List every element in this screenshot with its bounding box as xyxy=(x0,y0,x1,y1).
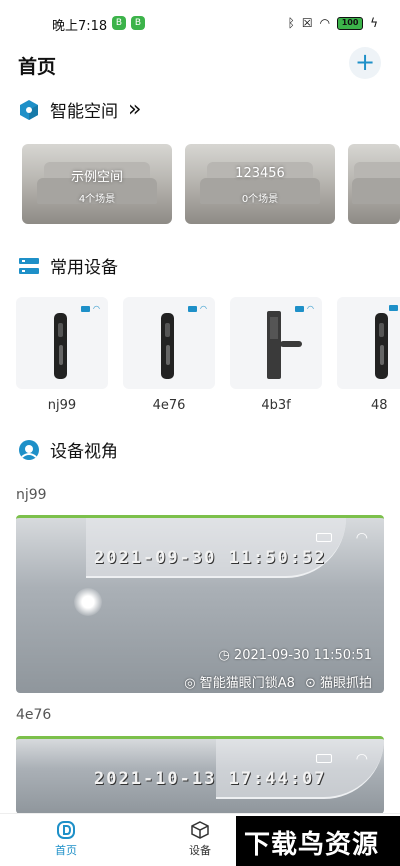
smart-lock-icon xyxy=(375,313,388,379)
eye-icon: ◎ xyxy=(184,676,200,691)
battery-icon xyxy=(295,306,305,312)
snapshot-timestamp: ◷ 2021-09-30 11:50:51 xyxy=(218,648,372,663)
camera-device-name: nj99 xyxy=(16,487,47,503)
camera-device-name: 4e76 xyxy=(16,707,52,723)
snapshot-action: ⊙ 猫眼抓拍 xyxy=(304,676,372,691)
battery-icon xyxy=(316,754,332,763)
space-card[interactable]: 123456 0个场景 xyxy=(185,144,335,224)
device-label: 4e76 xyxy=(152,398,186,413)
device-label: nj99 xyxy=(47,398,77,413)
home-icon xyxy=(57,821,75,839)
nav-devices-label: 设备 xyxy=(189,844,211,857)
charging-icon: ϟ xyxy=(370,16,378,30)
wifi-icon: ◠ xyxy=(307,304,314,313)
space-scene-count: 4个场景 xyxy=(78,194,116,205)
devices-title: 常用设备 xyxy=(50,258,118,278)
cube-outline-icon xyxy=(191,821,209,839)
cube-icon xyxy=(20,99,38,120)
watermark: 下载鸟资源 xyxy=(236,816,400,866)
status-time: 晚上7:18 xyxy=(52,19,108,34)
space-card-partial[interactable] xyxy=(348,144,400,224)
smart-lock-icon xyxy=(161,313,174,379)
device-label: 48 xyxy=(371,398,388,413)
wifi-icon: ◠ xyxy=(93,304,100,313)
battery-icon: 100 xyxy=(337,16,364,30)
nav-home[interactable]: 首页 xyxy=(36,820,96,858)
camera-section-header: 设备视角 xyxy=(18,437,118,462)
battery-icon xyxy=(188,306,198,312)
camera-snapshot[interactable]: 2021-09-30 11:50:52 ◠ ◷ 2021-09-30 11:50… xyxy=(16,515,384,693)
battery-icon xyxy=(81,306,91,312)
app-notification-icon: B xyxy=(112,16,126,30)
snapshot-overlay-time: 2021-10-13 17:44:07 xyxy=(94,769,327,789)
space-name: 123456 xyxy=(235,166,285,181)
battery-icon xyxy=(389,305,398,311)
nav-devices[interactable]: 设备 xyxy=(170,820,230,858)
space-card[interactable]: 示例空间 4个场景 xyxy=(22,144,172,224)
camera-snapshot[interactable]: 2021-10-13 17:44:07 ◠ xyxy=(16,736,384,814)
battery-icon xyxy=(316,533,332,542)
space-name: 示例空间 xyxy=(70,170,123,185)
capture-icon: ⊙ xyxy=(304,676,320,691)
snapshot-overlay-time: 2021-09-30 11:50:52 xyxy=(94,548,327,568)
space-scene-count: 0个场景 xyxy=(241,194,279,205)
server-icon xyxy=(19,257,39,274)
wifi-icon: ◠ xyxy=(355,751,368,767)
clock-icon: ◷ xyxy=(218,648,234,663)
status-bar: 晚上7:18 B B ᛒ ☒ ◠ 100 ϟ xyxy=(0,0,400,44)
wifi-icon: ◠ xyxy=(355,530,368,546)
device-card[interactable]: ◠ xyxy=(230,297,322,389)
more-spaces-icon[interactable]: » xyxy=(128,98,141,120)
device-card[interactable]: ◠ xyxy=(123,297,215,389)
device-card-partial[interactable] xyxy=(337,297,400,389)
smart-lock-icon xyxy=(54,313,67,379)
sim-off-icon: ☒ xyxy=(301,16,313,30)
device-card[interactable]: ◠ xyxy=(16,297,108,389)
devices-section-header: 常用设备 xyxy=(18,253,118,278)
nav-home-label: 首页 xyxy=(55,844,77,857)
status-icons: ᛒ ☒ ◠ 100 ϟ xyxy=(288,14,378,32)
lever-lock-icon xyxy=(267,311,281,379)
camera-view-icon xyxy=(19,439,39,460)
app-notification-icon-2: B xyxy=(131,16,145,30)
camera-title: 设备视角 xyxy=(50,442,118,462)
watermark-text: 下载鸟资源 xyxy=(244,830,380,860)
wifi-icon: ◠ xyxy=(319,16,331,30)
spaces-section-header[interactable]: 智能空间 » xyxy=(18,97,141,122)
add-button[interactable]: + xyxy=(349,47,381,79)
wifi-icon: ◠ xyxy=(200,304,207,313)
snapshot-source: ◎ 智能猫眼门锁A8 xyxy=(184,676,295,691)
spaces-title: 智能空间 xyxy=(50,102,118,122)
bluetooth-icon: ᛒ xyxy=(287,16,295,30)
page-title: 首页 xyxy=(18,56,57,78)
device-label: 4b3f xyxy=(261,398,291,413)
